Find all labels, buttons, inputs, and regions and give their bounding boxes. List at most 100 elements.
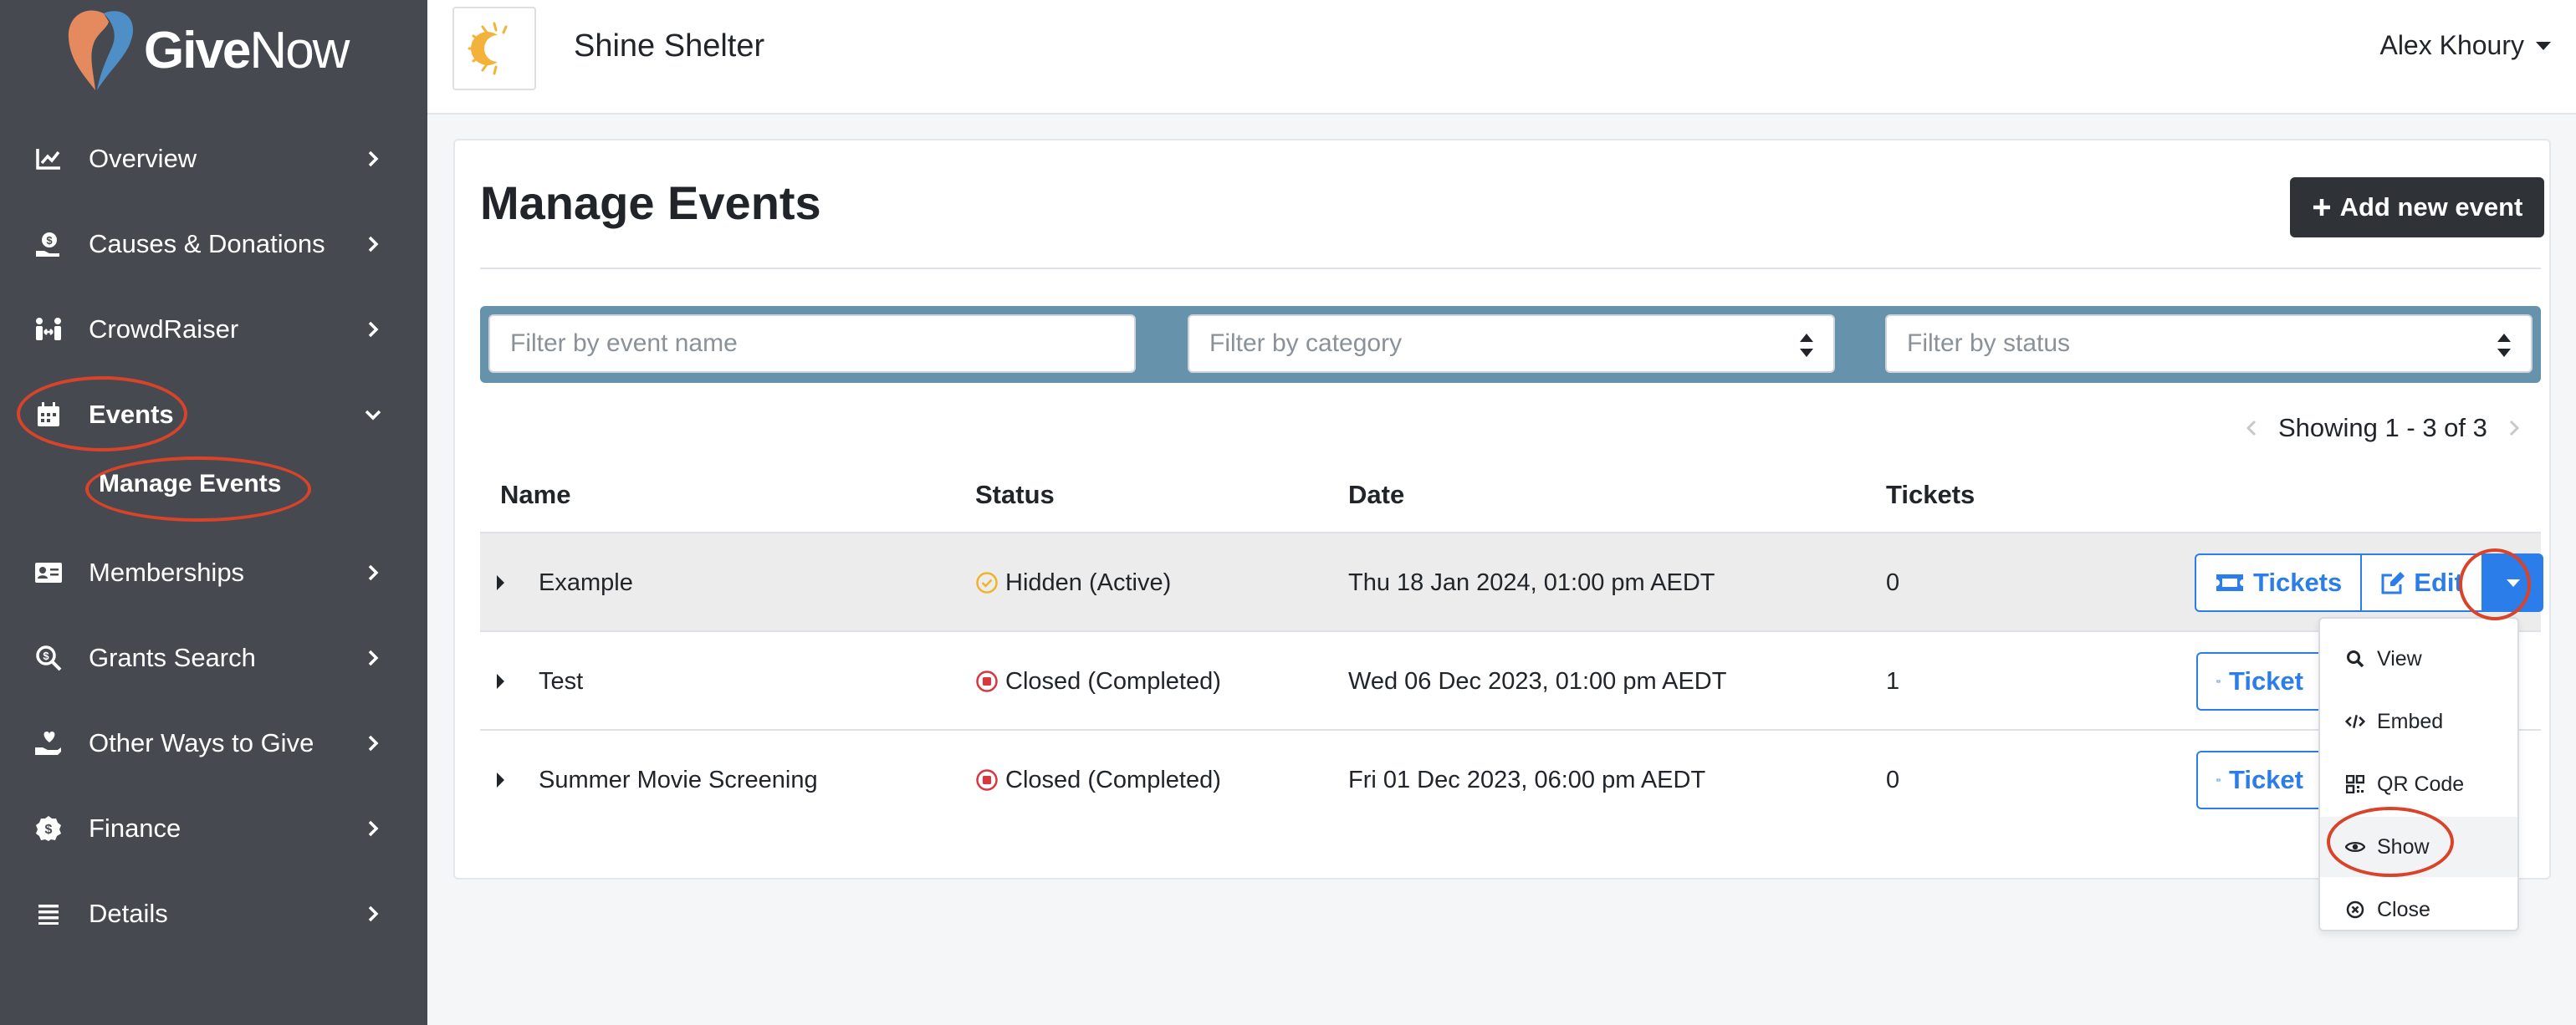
select-arrows-icon <box>1800 334 1813 357</box>
close-circle-icon <box>2345 900 2365 920</box>
sidebar-item-details[interactable]: Details <box>0 880 427 947</box>
menu-item-label: View <box>2377 646 2422 671</box>
edit-icon <box>2381 572 2405 594</box>
filter-category-select[interactable]: Filter by category <box>1188 314 1835 373</box>
list-icon <box>33 899 64 929</box>
chevron-right-icon <box>368 321 379 338</box>
svg-text:$: $ <box>45 823 53 837</box>
givenow-wordmark: GiveNow <box>144 21 350 79</box>
menu-item-label: QR Code <box>2377 772 2465 796</box>
sidebar-item-finance[interactable]: $ Finance <box>0 795 427 862</box>
menu-item-view[interactable]: View <box>2320 629 2517 689</box>
people-arrows-icon <box>33 314 64 344</box>
sidebar-item-label: Events <box>89 400 174 429</box>
column-header-date: Date <box>1348 480 1405 509</box>
edit-button[interactable]: Edit <box>2362 553 2483 612</box>
expand-row-icon[interactable] <box>497 674 504 689</box>
hand-heart-icon <box>33 728 64 758</box>
sidebar-item-crowdraiser[interactable]: CrowdRaiser <box>0 296 427 363</box>
sidebar-item-label: Finance <box>89 813 181 843</box>
chevron-right-icon <box>368 564 379 581</box>
sidebar-item-label: Details <box>89 899 168 928</box>
column-header-name: Name <box>500 480 571 509</box>
svg-text:$: $ <box>43 650 49 662</box>
sidebar-item-causes-donations[interactable]: $ Causes & Donations <box>0 211 427 278</box>
menu-item-qr-code[interactable]: QR Code <box>2320 754 2517 814</box>
chevron-right-icon <box>368 236 379 252</box>
sidebar-item-events[interactable]: Events <box>0 381 427 448</box>
search-icon <box>2345 649 2365 669</box>
manage-events-card: Manage Events Add new event Filter by ev… <box>453 139 2551 880</box>
event-status-label: Hidden (Active) <box>1005 569 1172 596</box>
qr-code-icon <box>2345 774 2365 794</box>
ticket-icon <box>2216 574 2243 591</box>
table-row[interactable]: Test Closed (Completed) Wed 06 Dec 2023,… <box>480 630 2541 729</box>
menu-item-close[interactable]: Close <box>2320 880 2517 940</box>
chevron-right-icon <box>368 735 379 752</box>
sidebar-item-memberships[interactable]: Memberships <box>0 539 427 606</box>
event-tickets: 1 <box>1886 667 1900 695</box>
expand-row-icon[interactable] <box>497 773 504 788</box>
chevron-right-icon <box>368 905 379 922</box>
expand-row-icon[interactable] <box>497 575 504 590</box>
row-action-buttons: Tickets Edit <box>2195 553 2543 612</box>
event-status: Closed (Completed) <box>975 632 1221 731</box>
caret-down-icon <box>2536 41 2551 50</box>
next-page-icon[interactable] <box>2499 413 2529 443</box>
tickets-button[interactable]: Ticket <box>2196 652 2322 711</box>
filter-event-name-input[interactable]: Filter by event name <box>488 314 1136 373</box>
page-title: Manage Events <box>480 176 821 229</box>
tickets-button-label: Ticket <box>2228 666 2303 696</box>
sidebar-item-other-ways-to-give[interactable]: Other Ways to Give <box>0 710 427 777</box>
code-icon <box>2345 711 2365 732</box>
tickets-button[interactable]: Tickets <box>2195 553 2363 612</box>
chevron-down-icon <box>365 410 381 421</box>
sidebar-item-grants-search[interactable]: $ Grants Search <box>0 625 427 691</box>
event-date: Wed 06 Dec 2023, 01:00 pm AEDT <box>1348 667 1727 695</box>
sidebar-item-label: Other Ways to Give <box>89 728 314 757</box>
add-new-event-button[interactable]: Add new event <box>2290 177 2544 237</box>
edit-button-label: Edit <box>2414 568 2463 597</box>
sidebar-item-label: CrowdRaiser <box>89 314 239 344</box>
caret-down-icon <box>2506 579 2520 587</box>
calendar-icon <box>33 400 64 430</box>
event-status-label: Closed (Completed) <box>1005 667 1221 695</box>
id-card-icon <box>33 558 64 588</box>
filter-category-placeholder: Filter by category <box>1209 329 1403 357</box>
sidebar-item-label: Causes & Donations <box>89 229 325 258</box>
row-action-buttons: Ticket <box>2196 652 2322 711</box>
pagination: Showing 1 - 3 of 3 <box>2236 413 2529 443</box>
tickets-button-label: Tickets <box>2253 568 2343 597</box>
eye-icon <box>2345 837 2365 857</box>
event-tickets: 0 <box>1886 569 1900 596</box>
plus-icon <box>2313 199 2330 216</box>
donation-icon: $ <box>33 229 64 259</box>
more-actions-dropdown-button[interactable] <box>2482 553 2543 612</box>
givenow-logo[interactable]: GiveNow <box>64 5 350 95</box>
menu-item-embed[interactable]: Embed <box>2320 691 2517 752</box>
chevron-right-icon <box>368 820 379 837</box>
event-date: Fri 01 Dec 2023, 06:00 pm AEDT <box>1348 766 1706 793</box>
event-status-label: Closed (Completed) <box>1005 766 1221 793</box>
user-menu[interactable]: Alex Khoury <box>2379 30 2551 61</box>
table-row[interactable]: Example Hidden (Active) Thu 18 Jan 2024,… <box>480 532 2543 630</box>
event-date: Thu 18 Jan 2024, 01:00 pm AEDT <box>1348 569 1715 596</box>
menu-item-label: Close <box>2377 897 2430 921</box>
chevron-right-icon <box>368 150 379 167</box>
more-actions-menu: View Embed QR Code Show Close <box>2318 617 2519 931</box>
chart-line-icon <box>33 144 64 174</box>
sidebar-item-overview[interactable]: Overview <box>0 125 427 192</box>
ticket-icon <box>2216 778 2221 782</box>
table-row[interactable]: Summer Movie Screening Closed (Completed… <box>480 729 2541 828</box>
prev-page-icon[interactable] <box>2236 413 2267 443</box>
event-name: Test <box>539 667 584 695</box>
filter-bar: Filter by event name Filter by category … <box>480 306 2541 383</box>
event-name: Example <box>539 569 633 596</box>
sidebar-subitem-manage-events[interactable]: Manage Events <box>99 470 281 498</box>
menu-item-label: Embed <box>2377 709 2444 733</box>
tickets-button[interactable]: Ticket <box>2196 751 2322 809</box>
menu-item-show[interactable]: Show <box>2320 817 2517 877</box>
tickets-button-label: Ticket <box>2228 765 2303 794</box>
event-tickets: 0 <box>1886 766 1900 793</box>
filter-status-select[interactable]: Filter by status <box>1885 314 2533 373</box>
